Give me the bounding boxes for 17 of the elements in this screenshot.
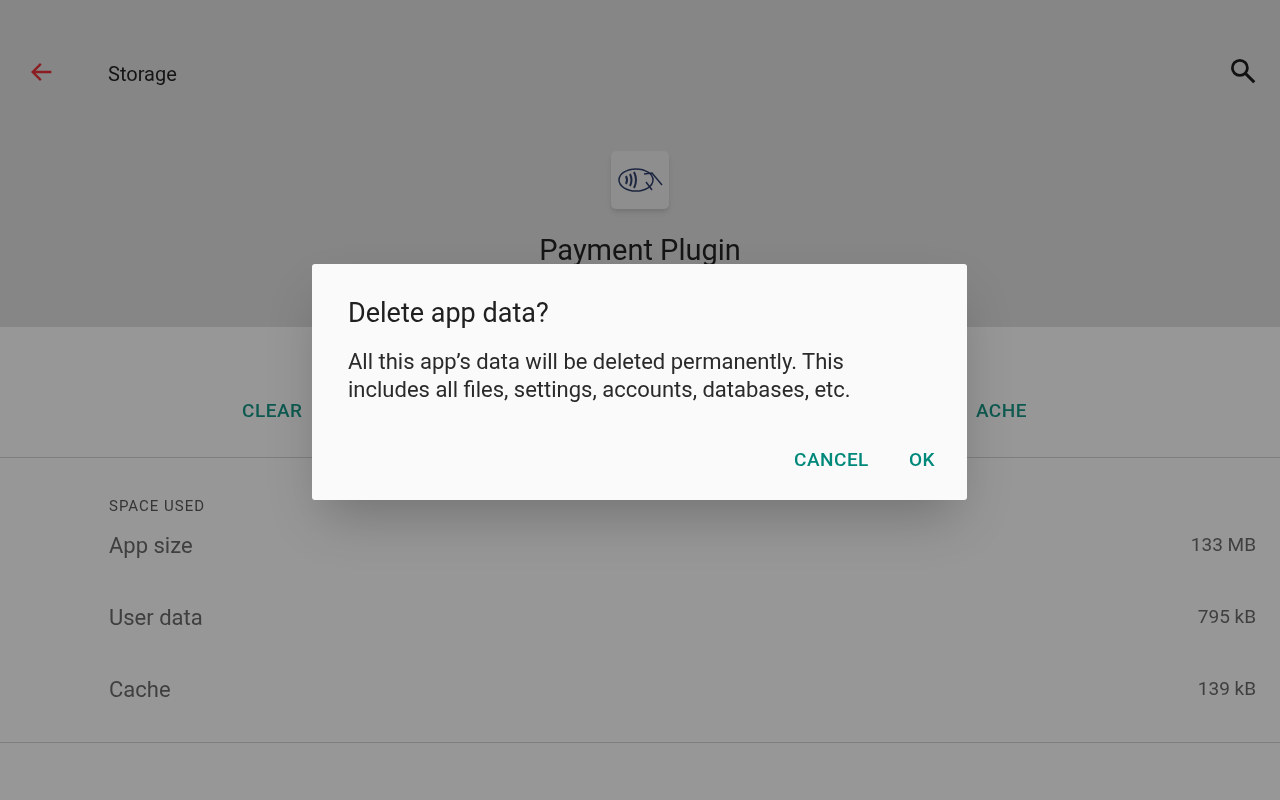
dialog-title: Delete app data?	[348, 296, 550, 330]
screen-title: Storage	[108, 61, 177, 88]
dialog-button[interactable]: CANCEL	[778, 440, 885, 481]
row-value: 795 kB	[1197, 604, 1256, 631]
app-icon	[611, 151, 669, 209]
search-icon[interactable]	[1228, 56, 1258, 86]
dialog-message: All this app’s data will be deleted permanently. This includes all files, settings, accounts, databases, etc.	[348, 348, 852, 404]
app-name: Payment Plugin	[539, 232, 741, 269]
row-value: 139 kB	[1197, 676, 1256, 703]
row-label: User data	[109, 604, 203, 632]
row-label: Cache	[109, 676, 171, 704]
row-label: App size	[109, 532, 193, 560]
action-button[interactable]: CLEAR	[242, 396, 303, 425]
row-value: 133 MB	[1190, 532, 1256, 559]
section-header: SPACE USED	[109, 496, 207, 517]
dialog-button[interactable]: OK	[892, 440, 951, 481]
action-button[interactable]: ACHE	[975, 396, 1027, 425]
